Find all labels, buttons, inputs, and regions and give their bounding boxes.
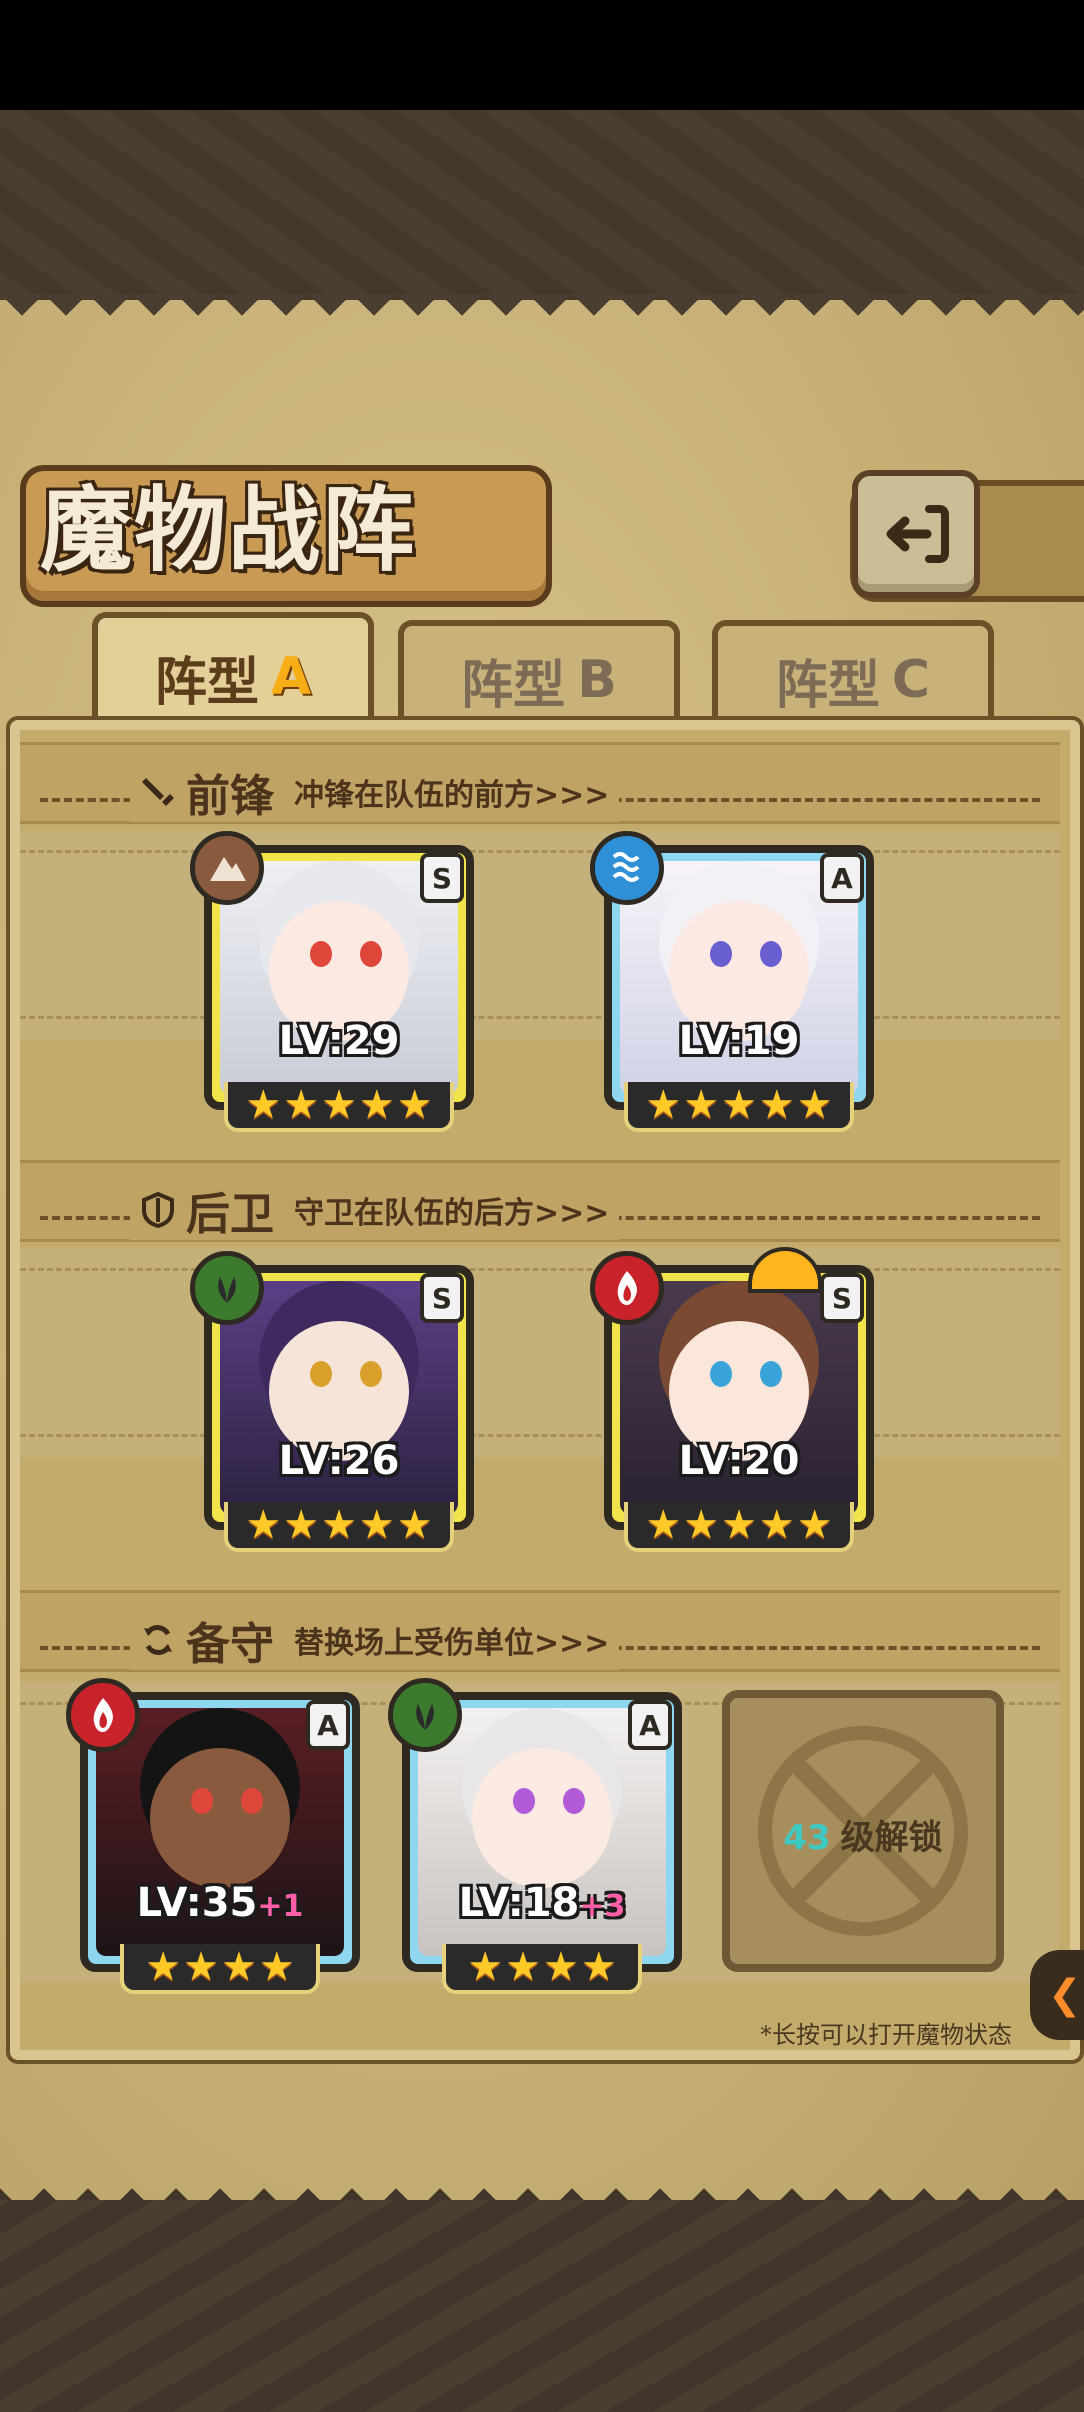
back-section-header: 后卫 守卫在队伍的后方>>> bbox=[130, 1180, 620, 1240]
reserve-section-header: 备守 替换场上受伤单位>>> bbox=[130, 1610, 620, 1670]
wood-icon bbox=[388, 1678, 462, 1752]
rank-badge: S bbox=[420, 853, 464, 903]
star-icon: ★ bbox=[683, 1502, 720, 1548]
rank-badge: S bbox=[820, 1273, 864, 1323]
unit-level: LV:18+3 bbox=[458, 1880, 626, 1926]
tab-letter: C bbox=[891, 650, 931, 710]
star-icon: ★ bbox=[396, 1502, 433, 1548]
rank-badge: A bbox=[628, 1700, 672, 1750]
star-icon: ★ bbox=[358, 1502, 395, 1548]
star-icon: ★ bbox=[683, 1082, 720, 1128]
star-icon: ★ bbox=[283, 1082, 320, 1128]
fire-icon bbox=[66, 1678, 140, 1752]
tab-formation-a[interactable]: 阵型 A bbox=[92, 612, 374, 736]
tab-label: 阵型 bbox=[775, 655, 880, 716]
unit-card-front-2[interactable]: A LV:19 ★ ★ ★ ★ ★ bbox=[590, 831, 874, 1132]
front-title: 前锋 bbox=[186, 771, 274, 822]
unit-level: LV:29 bbox=[278, 1018, 400, 1064]
back-title: 后卫 bbox=[186, 1189, 274, 1240]
water-icon bbox=[590, 831, 664, 905]
star-icon: ★ bbox=[283, 1502, 320, 1548]
star-icon: ★ bbox=[645, 1502, 682, 1548]
star-icon: ★ bbox=[758, 1082, 795, 1128]
star-icon: ★ bbox=[505, 1944, 541, 1990]
unit-card-back-2[interactable]: S LV:20 ★ ★ ★ ★ ★ bbox=[590, 1247, 874, 1552]
unlock-level: 43 bbox=[783, 1818, 831, 1858]
unit-card-back-1[interactable]: S LV:26 ★ ★ ★ ★ ★ bbox=[190, 1251, 474, 1552]
star-icon: ★ bbox=[721, 1502, 757, 1548]
unit-level: LV:20 bbox=[678, 1438, 800, 1484]
star-icon: ★ bbox=[183, 1944, 219, 1990]
star-icon: ★ bbox=[321, 1502, 357, 1548]
status-bar bbox=[0, 0, 1084, 110]
front-row bbox=[20, 830, 1060, 1040]
rank-badge: A bbox=[306, 1700, 350, 1750]
tab-formation-c[interactable]: 阵型 C bbox=[712, 620, 994, 734]
tab-label: 阵型 bbox=[154, 652, 259, 713]
unit-card-front-1[interactable]: S LV:29 ★ ★ ★ ★ ★ bbox=[190, 831, 474, 1132]
star-icon: ★ bbox=[258, 1944, 295, 1990]
reserve-desc: 替换场上受伤单位>>> bbox=[294, 1626, 610, 1661]
star-icon: ★ bbox=[645, 1082, 682, 1128]
star-icon: ★ bbox=[245, 1502, 282, 1548]
shield-icon bbox=[142, 1192, 174, 1228]
unit-level: LV:19 bbox=[678, 1018, 800, 1064]
rank-badge: S bbox=[420, 1273, 464, 1323]
unit-card-reserve-2[interactable]: A LV:18+3 ★ ★ ★ ★ bbox=[388, 1678, 682, 1994]
star-icon: ★ bbox=[358, 1082, 395, 1128]
level-bonus: +1 bbox=[257, 1889, 304, 1924]
earth-icon bbox=[190, 831, 264, 905]
back-desc: 守卫在队伍的后方>>> bbox=[294, 1196, 610, 1231]
side-drawer-handle[interactable] bbox=[1030, 1950, 1084, 2040]
star-icon: ★ bbox=[758, 1502, 795, 1548]
unlock-label: 级解锁 bbox=[840, 1818, 943, 1858]
star-rating: ★ ★ ★ ★ bbox=[442, 1944, 642, 1994]
star-icon: ★ bbox=[796, 1082, 833, 1128]
tab-letter: B bbox=[577, 650, 617, 710]
wood-icon bbox=[190, 1251, 264, 1325]
page-title: 魔物战阵 bbox=[40, 476, 417, 584]
fire-icon bbox=[590, 1251, 664, 1325]
back-button[interactable] bbox=[852, 470, 980, 598]
star-icon: ★ bbox=[221, 1944, 257, 1990]
swap-icon bbox=[144, 1625, 172, 1655]
star-icon: ★ bbox=[721, 1082, 757, 1128]
star-rating: ★ ★ ★ ★ bbox=[120, 1944, 320, 1994]
tab-label: 阵型 bbox=[461, 655, 566, 716]
star-icon: ★ bbox=[467, 1944, 504, 1990]
star-icon: ★ bbox=[245, 1082, 282, 1128]
star-rating: ★ ★ ★ ★ ★ bbox=[224, 1502, 454, 1552]
star-icon: ★ bbox=[396, 1082, 433, 1128]
star-icon: ★ bbox=[321, 1082, 357, 1128]
unlock-requirement: 43 级解锁 bbox=[730, 1810, 996, 1859]
long-press-hint: *长按可以打开魔物状态 bbox=[760, 2021, 1012, 2049]
tab-formation-b[interactable]: 阵型 B bbox=[398, 620, 680, 734]
front-desc: 冲锋在队伍的前方>>> bbox=[294, 778, 610, 813]
back-arrow-icon bbox=[886, 505, 949, 563]
back-row bbox=[20, 1248, 1060, 1458]
star-rating: ★ ★ ★ ★ ★ bbox=[624, 1502, 854, 1552]
star-rating: ★ ★ ★ ★ ★ bbox=[624, 1082, 854, 1132]
map-background-bottom bbox=[0, 2200, 1084, 2412]
map-background-top bbox=[0, 110, 1084, 300]
front-section-header: 前锋 冲锋在队伍的前方>>> bbox=[130, 762, 620, 822]
star-rating: ★ ★ ★ ★ ★ bbox=[224, 1082, 454, 1132]
star-icon: ★ bbox=[145, 1944, 182, 1990]
unit-level: LV:26 bbox=[278, 1438, 400, 1484]
unit-card-reserve-1[interactable]: A LV:35+1 ★ ★ ★ ★ bbox=[66, 1678, 360, 1994]
sword-icon bbox=[142, 778, 174, 806]
locked-reserve-slot[interactable]: 43 级解锁 bbox=[722, 1690, 1004, 1972]
star-icon: ★ bbox=[796, 1502, 833, 1548]
unit-level: LV:35+1 bbox=[136, 1880, 304, 1926]
tab-letter: A bbox=[270, 647, 312, 707]
rank-badge: A bbox=[820, 853, 864, 903]
level-bonus: +3 bbox=[579, 1889, 626, 1924]
star-icon: ★ bbox=[543, 1944, 579, 1990]
reserve-title: 备守 bbox=[186, 1619, 274, 1670]
star-icon: ★ bbox=[580, 1944, 617, 1990]
